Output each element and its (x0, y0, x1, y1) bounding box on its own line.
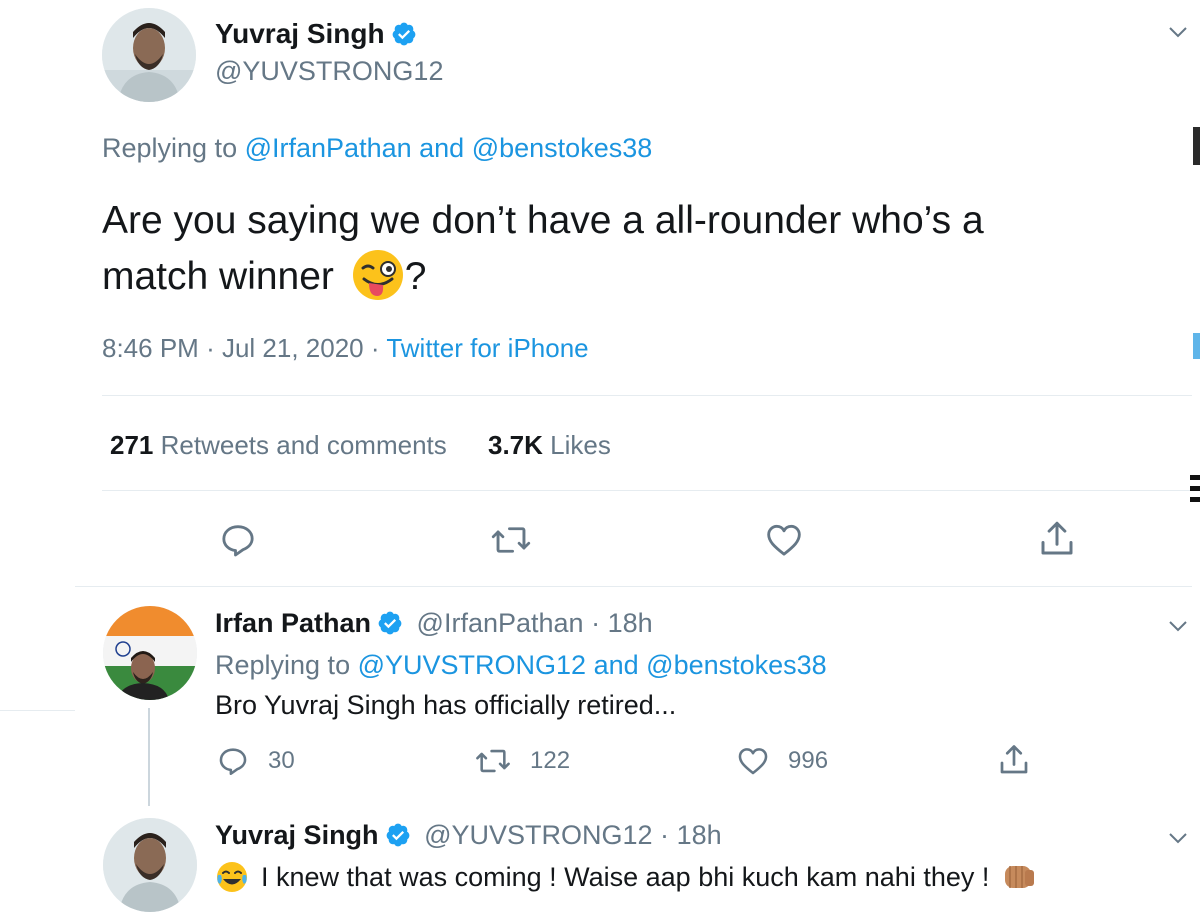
heart-icon (767, 524, 801, 556)
main-tweet-date[interactable]: Jul 21, 2020 (222, 333, 364, 363)
mention-benstokes38-link[interactable]: @benstokes38 (646, 650, 827, 680)
main-tweet-text-line2-wrap: match winner ? (102, 249, 984, 305)
main-tweet-text: Are you saying we don’t have a all-round… (102, 193, 984, 305)
retweets-stat[interactable]: 271 Retweets and comments (110, 430, 454, 460)
main-tweet-source-link[interactable]: Twitter for iPhone (386, 333, 588, 363)
heart-icon (738, 748, 768, 775)
reply1-retweet-count: 122 (530, 747, 571, 774)
yuvraj-avatar-image (102, 8, 196, 102)
retweets-count: 271 (110, 430, 154, 460)
divider-middle (102, 490, 1192, 491)
reply-icon (219, 748, 247, 776)
main-tweet-meta: 8:46 PM · Jul 21, 2020 · Twitter for iPh… (102, 333, 589, 364)
reply1-separator: · (591, 608, 601, 638)
mention-yuvstrong12-link[interactable]: @YUVSTRONG12 (358, 650, 586, 680)
reply2-text: I knew that was coming ! Waise aap bhi k… (261, 861, 990, 892)
verified-badge-icon (392, 22, 415, 46)
reply1-age[interactable]: 18h (608, 608, 653, 638)
reply1-replying-prefix: Replying to (215, 650, 351, 680)
verified-badge-icon (386, 823, 409, 847)
right-edge-fragment-3 (1190, 475, 1200, 505)
main-tweet-text-line2-end: ? (404, 255, 427, 298)
reply1-author-name[interactable]: Irfan Pathan (215, 608, 371, 638)
winking-face-with-tongue-icon (352, 249, 403, 300)
main-tweet-replying-to: Replying to @IrfanPathan and @benstokes3… (102, 133, 652, 164)
reply2-text-row: I knew that was coming ! Waise aap bhi k… (215, 860, 1037, 894)
left-partial-divider (0, 710, 75, 711)
reply1-avatar[interactable] (103, 606, 197, 700)
reply-icon (222, 525, 254, 557)
verified-badge-icon (378, 611, 402, 635)
right-edge-fragment-2 (1193, 333, 1200, 359)
main-tweet-stats: 271 Retweets and comments 3.7K Likes (110, 430, 611, 461)
replying-and: and (419, 133, 465, 163)
likes-count: 3.7K (488, 430, 543, 460)
meta-separator: · (206, 333, 215, 363)
main-like-button[interactable] (764, 520, 804, 560)
irfan-avatar-image (103, 606, 197, 700)
likes-stat[interactable]: 3.7K Likes (488, 430, 611, 460)
main-tweet-chevron-down-icon[interactable] (1166, 20, 1190, 44)
main-retweet-button[interactable] (490, 520, 532, 560)
share-icon (1041, 521, 1073, 555)
reply2-author-name[interactable]: Yuvraj Singh (215, 820, 379, 850)
main-tweet-avatar[interactable] (102, 8, 196, 102)
thread-connector-line (148, 708, 150, 806)
divider-top (102, 395, 1192, 396)
reply1-replying-and: and (593, 650, 639, 680)
right-edge-fragment-1 (1193, 127, 1200, 165)
main-share-button[interactable] (1036, 518, 1078, 560)
reply2-header: Yuvraj Singh @YUVSTRONG12 · 18h (215, 820, 722, 851)
reply1-reply-count: 30 (268, 747, 295, 774)
reply1-text: Bro Yuvraj Singh has officially retired.… (215, 690, 677, 720)
yuvraj-avatar-image (103, 818, 197, 912)
retweet-icon (476, 749, 510, 773)
likes-label: Likes (550, 430, 611, 460)
retweet-icon (491, 527, 531, 553)
reply1-like-button[interactable]: 996 (736, 744, 828, 778)
divider-bottom (75, 586, 1192, 587)
replying-prefix: Replying to (102, 133, 238, 163)
reply1-header: Irfan Pathan @IrfanPathan · 18h (215, 608, 653, 639)
reply2-avatar[interactable] (103, 818, 197, 912)
share-icon (1000, 745, 1028, 774)
reply1-retweet-button[interactable]: 122 (474, 744, 570, 778)
reply1-like-count: 996 (788, 747, 829, 774)
retweets-label: Retweets and comments (160, 430, 447, 460)
reply2-age[interactable]: 18h (677, 820, 722, 850)
main-tweet-text-line1: Are you saying we don’t have a all-round… (102, 199, 984, 242)
author-name-text[interactable]: Yuvraj Singh (215, 18, 385, 49)
main-reply-button[interactable] (218, 520, 258, 560)
reply1-reply-button[interactable]: 30 (216, 744, 295, 778)
reply2-chevron-down-icon[interactable] (1166, 826, 1190, 850)
reply1-share-button[interactable] (996, 742, 1032, 778)
fist-bump-icon (1005, 866, 1035, 888)
meta-separator-2: · (370, 333, 380, 363)
reply1-chevron-down-icon[interactable] (1166, 614, 1190, 638)
main-tweet-author-name[interactable]: Yuvraj Singh (215, 18, 417, 50)
main-tweet-text-line2: match winner (102, 255, 334, 298)
reply1-handle[interactable]: @IrfanPathan (417, 608, 584, 638)
main-tweet-time[interactable]: 8:46 PM (102, 333, 199, 363)
face-with-tears-of-joy-icon (217, 862, 247, 892)
mention-irfanpathan-link[interactable]: @IrfanPathan (245, 133, 412, 163)
mention-benstokes38-link[interactable]: @benstokes38 (472, 133, 653, 163)
reply2-handle[interactable]: @YUVSTRONG12 (424, 820, 652, 850)
reply2-separator: · (660, 820, 670, 850)
reply1-replying-to: Replying to @YUVSTRONG12 and @benstokes3… (215, 650, 827, 681)
main-tweet-handle[interactable]: @YUVSTRONG12 (215, 56, 443, 87)
